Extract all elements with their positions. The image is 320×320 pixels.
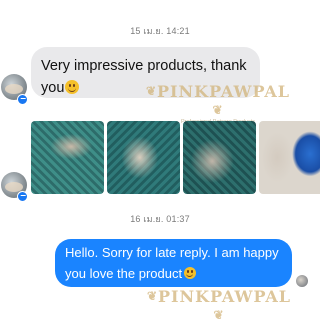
paw-icon: ❦: [212, 103, 224, 117]
photo-attachment[interactable]: [183, 121, 256, 194]
paw-icon: ❦: [146, 289, 159, 303]
photo-attachments: [31, 121, 320, 194]
photo-attachment[interactable]: [31, 121, 104, 194]
watermark-brand: PINKPAWPAL: [158, 287, 292, 306]
timestamp: 15 เม.ย. 14:21: [130, 26, 190, 36]
messenger-badge-icon: [17, 191, 28, 202]
paw-icon: ❦: [213, 308, 225, 320]
read-receipt-avatar: [296, 275, 308, 287]
photo-attachment[interactable]: [107, 121, 180, 194]
chat-thread: 15 เม.ย. 14:21 Very impressive products,…: [0, 0, 320, 320]
smiling-face-icon: [184, 267, 197, 279]
outgoing-message-text: Hello. Sorry for late reply. I am happy …: [65, 245, 279, 281]
brand-watermark: ❦PINKPAWPAL❦ Professional Petcare Produc…: [145, 287, 293, 320]
photo-attachment[interactable]: [259, 121, 320, 194]
smiling-face-icon: [65, 80, 80, 94]
incoming-message-bubble[interactable]: Very impressive products, thank you: [31, 47, 260, 98]
timestamp: 16 เม.ย. 01:37: [130, 214, 190, 224]
messenger-badge-icon: [17, 94, 28, 105]
outgoing-message-bubble[interactable]: Hello. Sorry for late reply. I am happy …: [55, 239, 292, 287]
